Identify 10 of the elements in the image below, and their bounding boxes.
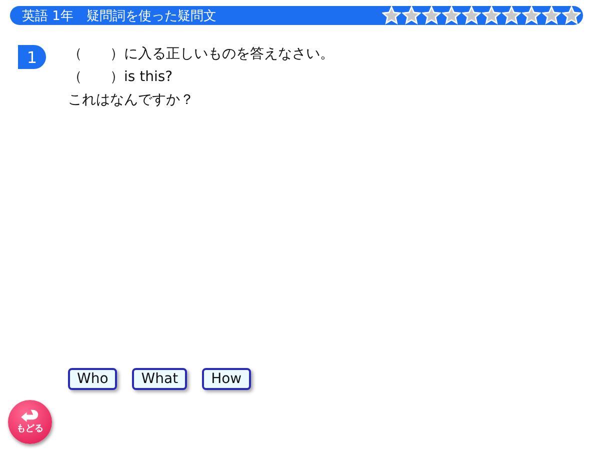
answer-button[interactable]: What (132, 368, 188, 390)
question-text: これはなんですか？ (68, 91, 195, 110)
question-text: （ ）に入る正しいものを答えなさい。 (68, 45, 334, 64)
question-number: 1 (18, 45, 46, 69)
return-arrow-icon (20, 409, 40, 422)
back-button[interactable]: もどる (8, 400, 52, 444)
answer-button[interactable]: How (202, 368, 251, 390)
question-text: （ ）is this? (68, 68, 174, 87)
lesson-title: 英語 1年 疑問詞を使った疑問文 (22, 8, 216, 24)
answer-button[interactable]: Who (68, 368, 118, 390)
